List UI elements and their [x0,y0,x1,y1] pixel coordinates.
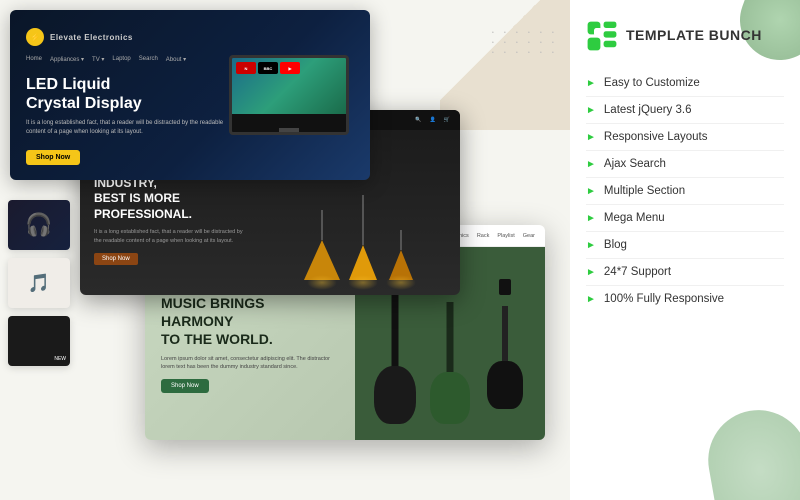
feature-arrow-4: ► [586,186,596,197]
feature-text-8: 100% Fully Responsive [604,293,724,305]
nav-about: About ▾ [166,56,186,63]
feature-arrow-8: ► [586,294,596,305]
nav-laptop: Laptop [112,56,130,63]
nav-tv: TV ▾ [92,56,104,63]
nav-home: Home [26,56,42,63]
feature-item-8: ► 100% Fully Responsive [586,286,784,312]
tv-stand [279,128,299,134]
feature-arrow-7: ► [586,267,596,278]
templatebunch-logo [586,20,618,52]
features-list: ► Easy to Customize ► Latest jQuery 3.6 … [586,70,784,312]
feature-text-6: Blog [604,239,627,251]
feature-text-1: Latest jQuery 3.6 [604,104,692,116]
nav-user: 👤 [430,117,436,123]
feature-arrow-0: ► [586,78,596,89]
feature-arrow-6: ► [586,240,596,251]
lamp-1 [304,210,340,290]
feature-item-3: ► Ajax Search [586,151,784,178]
features-panel: TEMPLATE BUNCH ► Easy to Customize ► Lat… [570,0,800,500]
preview-panel: ⚡ Elevate Electronics Home Appliances ▾ … [0,0,570,500]
feature-text-0: Easy to Customize [604,77,700,89]
leaf-decoration-bottomright [700,402,800,500]
card1-nav: Home Appliances ▾ TV ▾ Laptop Search Abo… [26,56,224,63]
guitar-body-3 [487,361,523,409]
diagonal-stripe [440,0,570,130]
feature-arrow-5: ► [586,213,596,224]
feature-arrow-2: ► [586,132,596,143]
nav-cart: 🛒 [444,117,450,123]
card1-cta[interactable]: Shop Now [26,150,80,165]
dot-grid: •••••• •••••• •••••• [492,30,560,56]
lamp-cord-1 [321,210,323,240]
feature-item-0: ► Easy to Customize [586,70,784,97]
cn-rack: Rack [477,233,490,239]
lamp-shade-1 [304,240,340,280]
youtube-icon: ▶ [280,62,300,74]
headphone-card: 🎧 [8,200,70,250]
guitar-neck-2 [447,302,454,382]
guitar-head-3 [499,279,511,295]
brand-title-text: TEMPLATE BUNCH [626,27,762,43]
lamp-glow-2 [348,275,378,290]
nav-appliances: Appliances ▾ [50,56,84,63]
card2-cta[interactable]: Shop Now [94,253,138,265]
feature-text-7: 24*7 Support [604,266,671,278]
electronics-card: ⚡ Elevate Electronics Home Appliances ▾ … [10,10,370,180]
nav-search: Search [139,56,158,63]
feature-text-5: Mega Menu [604,212,665,224]
bbc-icon: BBC [258,62,278,74]
lamp-cord-3 [400,230,402,250]
dark-product-card: NEW [8,316,70,366]
brand-header: TEMPLATE BUNCH [586,20,784,52]
feature-item-2: ► Responsive Layouts [586,124,784,151]
lamp-glow-1 [307,275,337,290]
feature-text-3: Ajax Search [604,158,666,170]
tv-mockup: N BBC ▶ [229,55,349,135]
guitar-body-1 [374,366,416,424]
cn-playlist: Playlist [497,233,514,239]
card2-sub: It is a long established fact, that a re… [94,228,246,245]
guitar-body-2 [430,372,470,424]
cn-gear: Gear [523,233,535,239]
headphone-icon: 🎧 [25,212,52,238]
side-product-cards: 🎧 🎵 NEW [8,200,70,366]
card3-sub: Lorem ipsum dolor sit amet, consectetur … [161,355,339,372]
brand-icon: ⚡ [26,28,44,46]
guitar-neck-1 [392,289,399,374]
feature-item-4: ► Multiple Section [586,178,784,205]
feature-item-6: ► Blog [586,232,784,259]
card1-brand: Elevate Electronics [50,33,133,42]
brand-name: TEMPLATE BUNCH [626,27,762,45]
feature-text-4: Multiple Section [604,185,685,197]
feature-item-1: ► Latest jQuery 3.6 [586,97,784,124]
card1-subtext: It is a long established fact, that a re… [26,119,224,136]
card3-cta[interactable]: Shop Now [161,379,209,393]
feature-text-2: Responsive Layouts [604,131,708,143]
netflix-icon: N [236,62,256,74]
feature-arrow-1: ► [586,105,596,116]
card1-headline: LED LiquidCrystal Display [26,75,224,113]
feature-item-7: ► 24*7 Support [586,259,784,286]
nav-search2: 🔍 [415,117,421,123]
lamp-cord-2 [362,195,364,245]
lamp-3 [386,230,416,290]
card3-headline: MUSIC BRINGS HARMONYTO THE WORLD. [161,294,339,349]
tv-screen: N BBC ▶ [232,58,346,114]
feature-arrow-3: ► [586,159,596,170]
lamp-glow-3 [386,275,416,290]
diagonal-decoration: •••••• •••••• •••••• [440,0,570,130]
mini-card-label: NEW [54,356,66,362]
feature-item-5: ► Mega Menu [586,205,784,232]
airpods-card: 🎵 [8,258,70,308]
airpods-icon: 🎵 [28,273,50,294]
guitar-black-2 [483,279,528,409]
lamp-2 [348,195,378,290]
card1-tv-image: N BBC ▶ [224,28,354,162]
